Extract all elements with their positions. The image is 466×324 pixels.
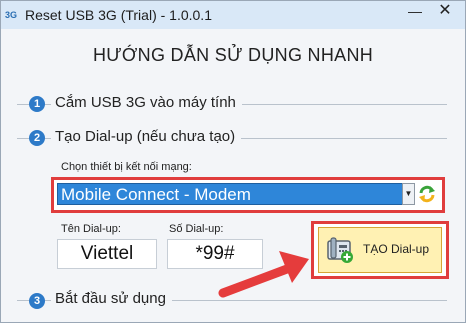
create-dialup-button[interactable]: TẠO Dial-up [318,227,442,273]
window-title: Reset USB 3G (Trial) - 1.0.0.1 [25,7,212,23]
create-dialup-label: TẠO Dial-up [363,242,430,256]
app-3g-icon: 3G [5,10,18,20]
refresh-icon[interactable] [417,184,437,204]
chevron-down-icon[interactable]: ▼ [402,183,415,205]
dialup-number-field[interactable]: *99# [167,239,263,269]
app-window: 3G Reset USB 3G (Trial) - 1.0.0.1 — ✕ HƯ… [0,0,466,323]
page-heading: HƯỚNG DẪN SỬ DỤNG NHANH [92,45,374,65]
step-3-label: Bắt đầu sử dụng [51,290,172,307]
dialup-name-label: Tên Dial-up: [61,223,121,235]
dialup-name-field[interactable]: Viettel [57,239,157,269]
step-1-label: Cắm USB 3G vào máy tính [51,94,242,111]
step-2-badge: 2 [29,130,45,146]
title-bar: 3G Reset USB 3G (Trial) - 1.0.0.1 — ✕ [1,1,465,29]
dialup-number-label: Số Dial-up: [169,223,224,235]
device-select-label: Chọn thiết bị kết nối mạng: [61,161,192,173]
minimize-button[interactable]: — [401,1,429,23]
device-select-value: Mobile Connect - Modem [61,185,251,204]
step-3-badge: 3 [29,293,45,309]
phone-add-icon [327,237,353,263]
close-button[interactable]: ✕ [431,1,459,23]
step-1-badge: 1 [29,96,45,112]
step-2-label: Tạo Dial-up (nếu chưa tạo) [51,128,242,145]
device-select[interactable]: Mobile Connect - Modem [57,183,415,205]
